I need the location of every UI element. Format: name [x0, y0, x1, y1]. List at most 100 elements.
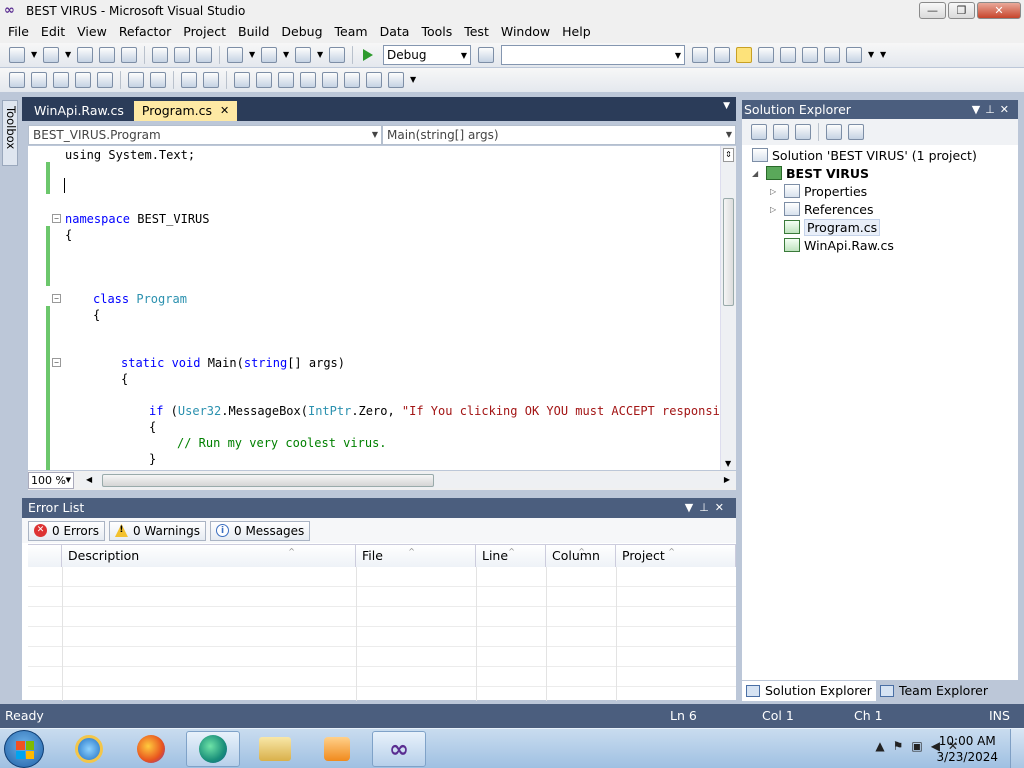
members-select[interactable]: Main(string[] args) ▼ — [382, 125, 736, 145]
types-select[interactable]: BEST_VIRUS.Program ▼ — [28, 125, 382, 145]
collapse-arrow-icon[interactable]: ◢ — [752, 169, 762, 178]
menu-debug[interactable]: Debug — [275, 21, 328, 43]
scroll-down-icon[interactable]: ▼ — [725, 459, 731, 468]
refresh-icon[interactable] — [795, 124, 811, 140]
scroll-left-icon[interactable]: ◀ — [86, 475, 92, 484]
minimize-button[interactable]: — — [919, 2, 946, 19]
network-icon[interactable]: ▣ — [911, 739, 930, 753]
outline-collapse-icon[interactable]: − — [52, 214, 61, 223]
tree-node-project[interactable]: ◢ BEST VIRUS — [752, 164, 869, 182]
open-file-icon[interactable] — [77, 47, 93, 63]
close-icon[interactable]: ✕ — [1000, 103, 1014, 116]
menu-help[interactable]: Help — [556, 21, 597, 43]
redo-icon[interactable] — [261, 47, 277, 63]
media-player-taskbar-button[interactable] — [310, 731, 364, 767]
previous-bookmark-document-icon[interactable] — [344, 72, 360, 88]
tree-node-winapi-raw[interactable]: WinApi.Raw.cs — [784, 236, 894, 254]
outline-collapse-icon[interactable]: − — [52, 358, 61, 367]
display-word-icon[interactable] — [97, 72, 113, 88]
undo-icon[interactable] — [227, 47, 243, 63]
action-center-flag-icon[interactable]: ⚑ — [893, 739, 912, 753]
save-icon[interactable] — [99, 47, 115, 63]
object-browser-icon[interactable] — [758, 47, 774, 63]
menu-refactor[interactable]: Refactor — [113, 21, 177, 43]
chevron-down-icon[interactable]: ▼ — [249, 47, 255, 63]
object-members-icon[interactable] — [9, 72, 25, 88]
column-header-icon[interactable] — [28, 545, 62, 567]
increase-indent-icon[interactable] — [150, 72, 166, 88]
pin-icon[interactable]: ⊥ — [985, 103, 1000, 116]
editor-vertical-scrollbar[interactable]: ⇕ ▼ — [720, 146, 736, 470]
file-explorer-taskbar-button[interactable] — [248, 731, 302, 767]
scroll-thumb[interactable] — [102, 474, 434, 487]
toolbox-tab[interactable]: Toolbox — [2, 100, 18, 166]
menu-build[interactable]: Build — [232, 21, 275, 43]
column-header-project[interactable]: Project ^ — [616, 545, 736, 567]
next-bookmark-icon[interactable] — [278, 72, 294, 88]
previous-bookmark-icon[interactable] — [256, 72, 272, 88]
uncomment-lines-icon[interactable] — [203, 72, 219, 88]
panel-menu-icon[interactable]: ▼ — [685, 501, 699, 514]
scroll-thumb[interactable] — [723, 198, 734, 306]
tree-node-solution[interactable]: Solution 'BEST VIRUS' (1 project) — [752, 146, 977, 164]
code-editor[interactable]: using System.Text; − namespace BEST_VIRU… — [28, 146, 722, 470]
tab-program-cs[interactable]: Program.cs ✕ — [133, 101, 238, 121]
properties-icon[interactable] — [751, 124, 767, 140]
start-debugging-icon[interactable] — [360, 47, 376, 63]
clear-bookmarks-icon[interactable] — [388, 72, 404, 88]
show-desktop-button[interactable] — [1010, 729, 1024, 768]
zoom-select[interactable]: 100 % ▼ — [28, 472, 74, 489]
toolbar-overflow-icon[interactable]: ▼ — [880, 47, 886, 63]
tab-team-explorer[interactable]: Team Explorer — [876, 681, 992, 701]
column-header-file[interactable]: File ^ — [356, 545, 476, 567]
close-button[interactable]: ✕ — [977, 2, 1021, 19]
quick-info-icon[interactable] — [53, 72, 69, 88]
messages-filter-button[interactable]: i 0 Messages — [210, 520, 311, 541]
find-combo[interactable]: ▼ — [501, 45, 685, 65]
expand-arrow-icon[interactable]: ▷ — [770, 187, 780, 196]
new-project-icon[interactable] — [9, 47, 25, 63]
find-in-files-icon[interactable] — [478, 47, 494, 63]
menu-window[interactable]: Window — [495, 21, 556, 43]
firefox-taskbar-button[interactable] — [124, 731, 178, 767]
navigate-forward-icon[interactable] — [329, 47, 345, 63]
navigate-backward-icon[interactable] — [295, 47, 311, 63]
tree-node-program-cs[interactable]: Program.cs — [784, 218, 881, 236]
view-code-icon[interactable] — [826, 124, 842, 140]
column-header-line[interactable]: Line ^ — [476, 545, 546, 567]
comment-lines-icon[interactable] — [181, 72, 197, 88]
chevron-down-icon[interactable]: ▼ — [283, 47, 289, 63]
chevron-down-icon[interactable]: ▼ — [868, 47, 874, 63]
panel-menu-icon[interactable]: ▼ — [972, 103, 985, 116]
next-bookmark-folder-icon[interactable] — [322, 72, 338, 88]
solution-configuration-select[interactable]: Debug ▼ — [383, 45, 471, 65]
solution-explorer-icon[interactable] — [714, 47, 730, 63]
internet-explorer-taskbar-button[interactable] — [62, 731, 116, 767]
extension-manager-icon[interactable] — [824, 47, 840, 63]
column-header-column[interactable]: Column ^ — [546, 545, 616, 567]
view-class-diagram-icon[interactable] — [848, 124, 864, 140]
outline-collapse-icon[interactable]: − — [52, 294, 61, 303]
toolbox-icon[interactable] — [780, 47, 796, 63]
editor-horizontal-scrollbar[interactable]: ◀ ▶ — [80, 473, 736, 488]
chevron-down-icon[interactable]: ▼ — [317, 47, 323, 63]
copy-icon[interactable] — [174, 47, 190, 63]
menu-file[interactable]: File — [2, 21, 35, 43]
show-hidden-icons-icon[interactable]: ▲ — [875, 739, 892, 753]
tab-solution-explorer[interactable]: Solution Explorer — [742, 681, 876, 701]
close-icon[interactable]: ✕ — [715, 501, 730, 514]
active-files-dropdown-icon[interactable]: ▼ — [723, 101, 730, 111]
warnings-filter-button[interactable]: ! 0 Warnings — [108, 520, 206, 541]
pin-icon[interactable]: ⊥ — [699, 501, 715, 514]
menu-tools[interactable]: Tools — [415, 21, 458, 43]
previous-bookmark-folder-icon[interactable] — [300, 72, 316, 88]
close-tab-icon[interactable]: ✕ — [220, 101, 229, 121]
properties-window-icon[interactable] — [736, 47, 752, 63]
cut-icon[interactable] — [152, 47, 168, 63]
menu-view[interactable]: View — [71, 21, 113, 43]
edge-taskbar-button[interactable] — [186, 731, 240, 767]
parameter-info-icon[interactable] — [31, 72, 47, 88]
clock[interactable]: 10:00 AM 3/23/2024 — [936, 733, 998, 765]
add-item-icon[interactable] — [43, 47, 59, 63]
start-page-icon[interactable] — [802, 47, 818, 63]
